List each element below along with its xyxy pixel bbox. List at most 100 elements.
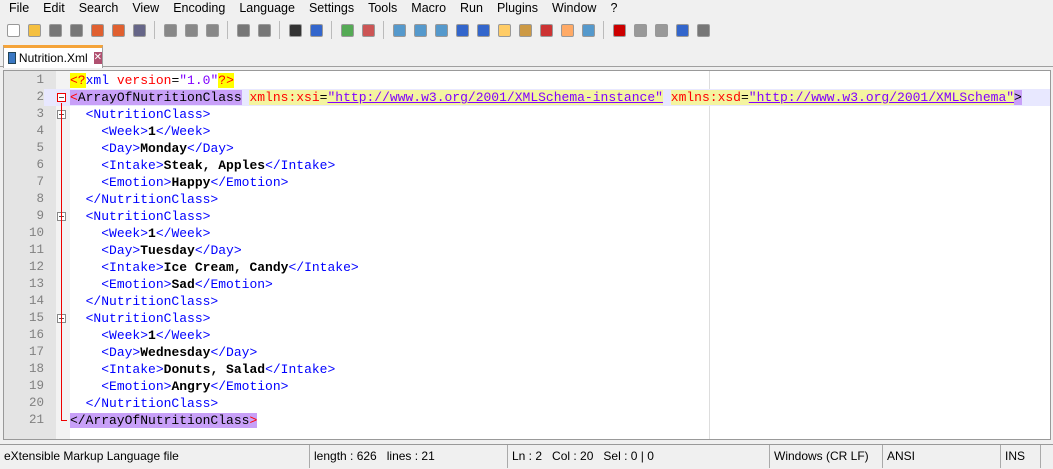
all-chars-button[interactable] — [453, 21, 471, 39]
code-line[interactable]: 19 <Emotion>Angry</Emotion> — [4, 378, 1050, 395]
token-tag: <Emotion> — [101, 379, 172, 394]
code-line[interactable]: 4 <Week>1</Week> — [4, 123, 1050, 140]
code-line[interactable]: 8 </NutritionClass> — [4, 191, 1050, 208]
menu-settings[interactable]: Settings — [302, 0, 361, 17]
code-text: <Intake>Donuts, Salad</Intake> — [70, 361, 335, 378]
saved-file-icon — [8, 52, 16, 64]
copy-button[interactable] — [182, 21, 200, 39]
token-hlattr: xmlns:xsi — [249, 90, 320, 105]
menu-run[interactable]: Run — [453, 0, 490, 17]
code-line[interactable]: 16 <Week>1</Week> — [4, 327, 1050, 344]
function-list-button[interactable] — [537, 21, 555, 39]
toolbar-separator — [227, 21, 228, 39]
new-button[interactable] — [4, 21, 22, 39]
save-button[interactable] — [46, 21, 64, 39]
menu-encoding[interactable]: Encoding — [166, 0, 232, 17]
monitor-button[interactable] — [579, 21, 597, 39]
code-line[interactable]: 11 <Day>Tuesday</Day> — [4, 242, 1050, 259]
token-hlval: "http://www.w3.org/2001/XMLSchema-instan… — [327, 90, 663, 105]
status-encoding: ANSI — [883, 445, 1001, 468]
code-line[interactable]: 7 <Emotion>Happy</Emotion> — [4, 174, 1050, 191]
close-tab-icon[interactable]: ✕ — [93, 52, 102, 64]
token-tag: </NutritionClass> — [85, 294, 219, 309]
line-number: 20 — [28, 396, 44, 410]
code-line[interactable]: 2 <ArrayOfNutritionClass xmlns:xsi="http:… — [4, 89, 1050, 106]
code-editor[interactable]: 1 <?xml version="1.0"?> 2 <ArrayOfNutrition… — [3, 70, 1051, 440]
menu-language[interactable]: Language — [232, 0, 302, 17]
menu-view[interactable]: View — [125, 0, 166, 17]
toolbar-separator — [331, 21, 332, 39]
code-line[interactable]: 13 <Emotion>Sad</Emotion> — [4, 276, 1050, 293]
indent-guide-button[interactable] — [474, 21, 492, 39]
zoom-in-button[interactable] — [338, 21, 356, 39]
fold-minus-icon[interactable] — [57, 93, 66, 102]
stop-button[interactable] — [631, 21, 649, 39]
save-all-button[interactable] — [67, 21, 85, 39]
replace-button[interactable] — [307, 21, 325, 39]
menu-edit[interactable]: Edit — [36, 0, 72, 17]
cut-icon — [163, 23, 177, 37]
token-txt: Donuts, Salad — [163, 362, 266, 377]
token-tag: <Emotion> — [101, 277, 172, 292]
tab-nutrition-xml[interactable]: Nutrition.Xml ✕ — [3, 45, 103, 68]
code-line[interactable]: 15 <NutritionClass> — [4, 310, 1050, 327]
token-tag: <Intake> — [101, 158, 164, 173]
status-lines: lines : 21 — [386, 449, 435, 463]
status-ln: Ln : 2 — [512, 449, 543, 463]
sync-v-button[interactable] — [390, 21, 408, 39]
token-tag: </Day> — [187, 141, 234, 156]
code-line[interactable]: 14 </NutritionClass> — [4, 293, 1050, 310]
save-macro-button[interactable] — [694, 21, 712, 39]
code-line[interactable]: 1 <?xml version="1.0"?> — [4, 72, 1050, 89]
code-line[interactable]: 12 <Intake>Ice Cream, Candy</Intake> — [4, 259, 1050, 276]
menu-search[interactable]: Search — [72, 0, 126, 17]
token-tag: </NutritionClass> — [85, 396, 219, 411]
token-tag: </Intake> — [288, 260, 359, 275]
code-line[interactable]: 18 <Intake>Donuts, Salad</Intake> — [4, 361, 1050, 378]
udl-button[interactable] — [495, 21, 513, 39]
cut-button[interactable] — [161, 21, 179, 39]
code-line[interactable]: 3 <NutritionClass> — [4, 106, 1050, 123]
code-line[interactable]: 9 <NutritionClass> — [4, 208, 1050, 225]
replace-icon — [309, 23, 323, 37]
play-multiple-button[interactable] — [673, 21, 691, 39]
status-language: eXtensible Markup Language file — [0, 445, 310, 468]
menu-[interactable]: ? — [603, 0, 624, 17]
print-button[interactable] — [130, 21, 148, 39]
open-button[interactable] — [25, 21, 43, 39]
undo-button[interactable] — [234, 21, 252, 39]
menu-macro[interactable]: Macro — [404, 0, 453, 17]
token-tag: </Intake> — [265, 158, 336, 173]
doc-map-button[interactable] — [516, 21, 534, 39]
paste-button[interactable] — [203, 21, 221, 39]
menu-window[interactable]: Window — [545, 0, 603, 17]
token-tag: </Day> — [210, 345, 258, 360]
find-button[interactable] — [286, 21, 304, 39]
code-line[interactable]: 6 <Intake>Steak, Apples</Intake> — [4, 157, 1050, 174]
code-line[interactable]: 20 </NutritionClass> — [4, 395, 1050, 412]
record-icon — [612, 23, 626, 37]
code-text: <Intake>Ice Cream, Candy</Intake> — [70, 259, 359, 276]
code-line[interactable]: 17 <Day>Wednesday</Day> — [4, 344, 1050, 361]
redo-button[interactable] — [255, 21, 273, 39]
code-line[interactable]: 10 <Week>1</Week> — [4, 225, 1050, 242]
zoom-out-button[interactable] — [359, 21, 377, 39]
line-number: 6 — [36, 158, 44, 172]
record-button[interactable] — [610, 21, 628, 39]
stop-icon — [633, 23, 647, 37]
close-all-button[interactable] — [109, 21, 127, 39]
close-button[interactable] — [88, 21, 106, 39]
token-tag: </NutritionClass> — [85, 192, 219, 207]
sync-h-button[interactable] — [411, 21, 429, 39]
code-line[interactable]: 21 </ArrayOfNutritionClass> — [4, 412, 1050, 429]
menu-tools[interactable]: Tools — [361, 0, 404, 17]
code-line[interactable]: 5 <Day>Monday</Day> — [4, 140, 1050, 157]
menu-plugins[interactable]: Plugins — [490, 0, 545, 17]
play-button[interactable] — [652, 21, 670, 39]
udl-icon — [497, 23, 511, 37]
menu-file[interactable]: File — [0, 0, 36, 17]
wrap-button[interactable] — [432, 21, 450, 39]
folder-button[interactable] — [558, 21, 576, 39]
